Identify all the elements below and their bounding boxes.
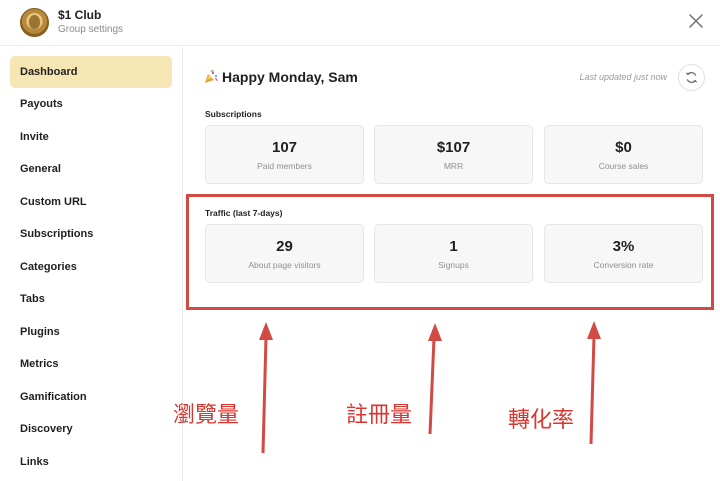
sidebar-item-tabs[interactable]: Tabs [10, 283, 172, 315]
group-logo [20, 8, 49, 37]
group-subtitle: Group settings [58, 24, 124, 35]
sidebar-item-dashboard[interactable]: Dashboard [10, 56, 172, 88]
stat-label: About page visitors [248, 260, 321, 270]
annotation-conversion-rate: 轉化率 [508, 408, 575, 433]
party-popper-icon [205, 70, 218, 83]
stat-card-paid-members: 107 Paid members [205, 125, 364, 184]
stat-card-mrr: $107 MRR [374, 125, 533, 184]
close-icon [689, 13, 703, 28]
modal-header: $1 Club Group settings [0, 0, 720, 46]
stat-card-conversion-rate: 3% Conversion rate [544, 224, 703, 283]
sidebar-item-general[interactable]: General [10, 153, 172, 185]
sidebar-item-gamification[interactable]: Gamification [10, 381, 172, 413]
annotation-page-views: 瀏覽量 [173, 403, 240, 428]
stat-value: 3% [612, 238, 635, 255]
stat-value: 107 [271, 139, 298, 156]
stat-label: Course sales [598, 161, 649, 171]
sidebar-item-subscriptions[interactable]: Subscriptions [10, 218, 172, 250]
sidebar-item-categories[interactable]: Categories [10, 251, 172, 283]
greeting-heading: Happy Monday, Sam [204, 69, 358, 85]
stat-label: Signups [438, 260, 469, 270]
sidebar-item-payouts[interactable]: Payouts [10, 88, 172, 120]
sidebar-item-plugins[interactable]: Plugins [10, 316, 172, 348]
sidebar-item-invite[interactable]: Invite [10, 121, 172, 153]
subscriptions-section-label: Subscriptions [205, 109, 262, 119]
stat-value: $107 [436, 139, 471, 156]
last-updated-text: Last updated just now [579, 72, 667, 82]
sidebar-item-custom-url[interactable]: Custom URL [10, 186, 172, 218]
refresh-icon [685, 72, 698, 83]
stat-label: Conversion rate [593, 260, 654, 270]
sidebar-item-metrics[interactable]: Metrics [10, 348, 172, 380]
close-button[interactable] [684, 10, 708, 34]
stat-card-page-visitors: 29 About page visitors [205, 224, 364, 283]
dashboard-panel: Happy Monday, Sam Last updated just now … [184, 47, 720, 481]
stat-label: MRR [443, 161, 464, 171]
refresh-button[interactable] [678, 64, 705, 91]
stat-value: 1 [449, 238, 458, 255]
greeting-text: Happy Monday, Sam [222, 69, 358, 85]
settings-sidebar: Dashboard Payouts Invite General Custom … [0, 47, 183, 481]
stat-card-course-sales: $0 Course sales [544, 125, 703, 184]
sidebar-item-links[interactable]: Links [10, 446, 172, 478]
stat-value: $0 [615, 139, 632, 156]
stat-card-signups: 1 Signups [374, 224, 533, 283]
sidebar-item-discovery[interactable]: Discovery [10, 413, 172, 445]
stat-value: 29 [276, 238, 293, 255]
traffic-section-label: Traffic (last 7-days) [205, 208, 283, 218]
annotation-signups: 註冊量 [346, 403, 413, 428]
group-name: $1 Club [58, 8, 102, 22]
stat-label: Paid members [257, 161, 312, 171]
